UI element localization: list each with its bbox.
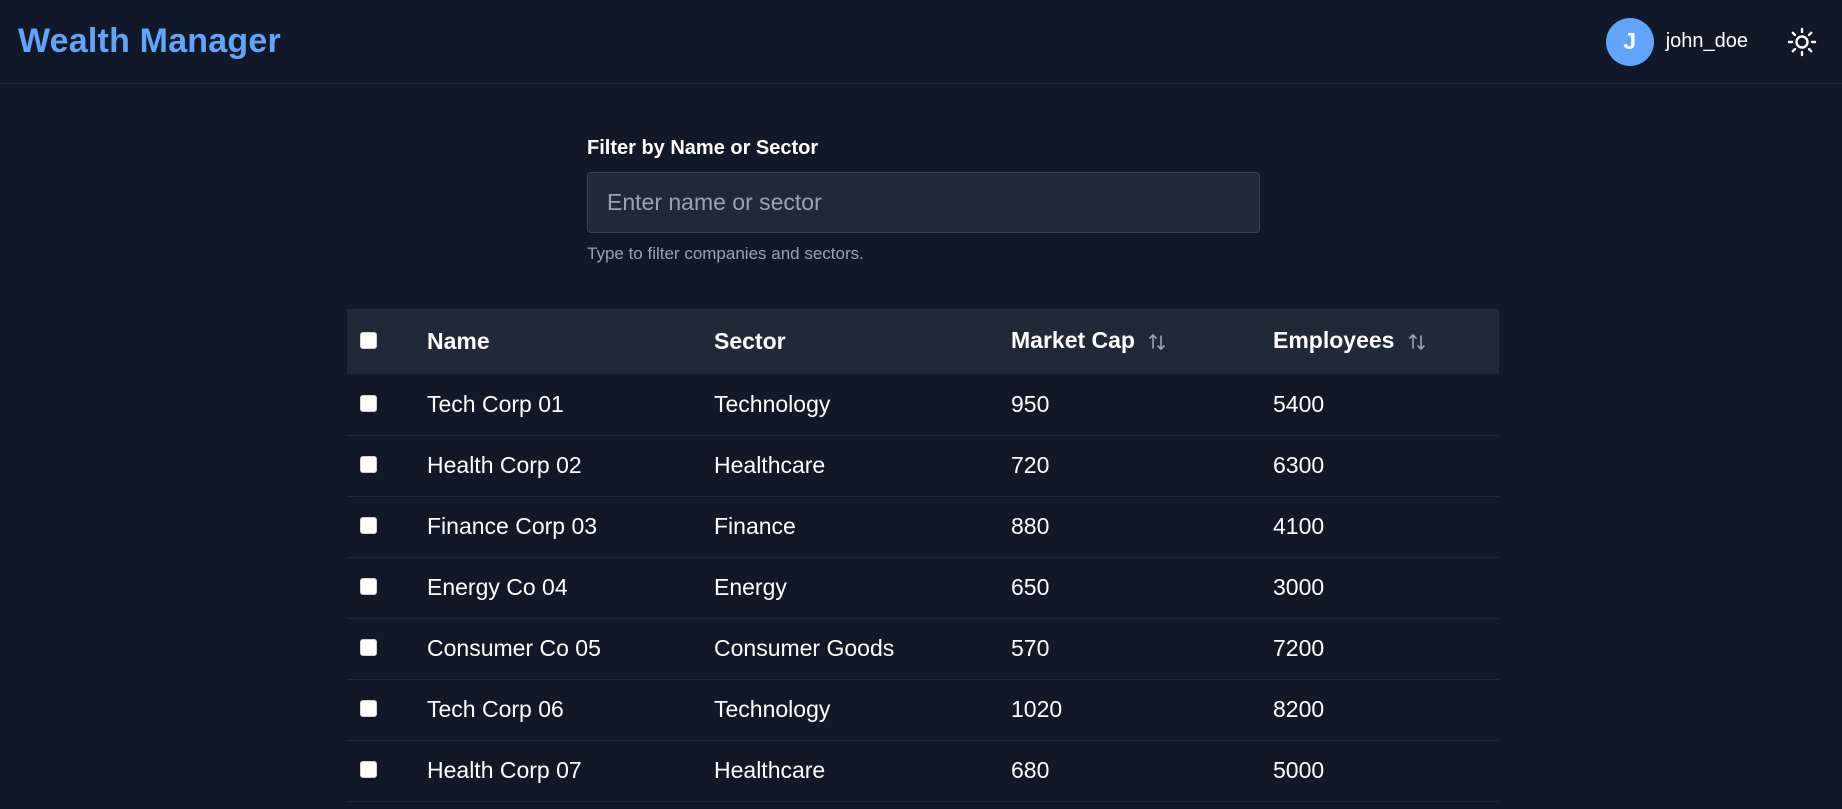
row-select-cell	[347, 557, 427, 618]
cell-name: Health Corp 02	[427, 452, 582, 478]
row-checkbox[interactable]	[360, 700, 377, 718]
cell-sector: Healthcare	[714, 757, 826, 783]
companies-table: Name Sector Market Cap Employees Tech Co…	[347, 309, 1499, 802]
cell-sector: Finance	[714, 513, 796, 539]
row-checkbox[interactable]	[360, 639, 377, 657]
cell-market-cap: 950	[1011, 390, 1050, 417]
row-select-cell	[347, 374, 427, 435]
row-select-cell	[347, 496, 427, 557]
column-header-sector: Sector	[714, 309, 1011, 374]
cell-market-cap: 720	[1011, 452, 1050, 478]
cell-sector: Consumer Goods	[714, 635, 895, 661]
cell-employees: 8200	[1273, 696, 1325, 722]
cell-name: Health Corp 07	[427, 757, 582, 783]
app-header: Wealth Manager J john_doe	[0, 0, 1842, 84]
filter-input[interactable]	[587, 172, 1260, 233]
column-header-label[interactable]: Market Cap	[1011, 327, 1135, 353]
table-body: Tech Corp 01 Technology 950 5400 Health …	[347, 374, 1499, 801]
user-area: J john_doe	[1605, 17, 1824, 66]
row-checkbox[interactable]	[360, 456, 377, 474]
cell-name: Tech Corp 06	[427, 696, 564, 722]
column-header-label: Sector	[714, 328, 786, 354]
companies-table-container: Name Sector Market Cap Employees Tech Co…	[347, 309, 1499, 802]
row-checkbox[interactable]	[360, 578, 377, 596]
cell-market-cap: 570	[1011, 635, 1050, 661]
table-row[interactable]: Energy Co 04 Energy 650 3000	[347, 557, 1499, 618]
cell-market-cap: 880	[1011, 513, 1050, 539]
cell-name: Energy Co 04	[427, 574, 568, 600]
sun-icon	[1787, 27, 1817, 56]
table-row[interactable]: Consumer Co 05 Consumer Goods 570 7200	[347, 618, 1499, 679]
sort-icon[interactable]	[1407, 331, 1427, 358]
filter-section: Filter by Name or Sector Type to filter …	[587, 137, 1260, 264]
cell-sector: Technology	[714, 390, 831, 417]
row-checkbox[interactable]	[360, 395, 377, 413]
filter-label: Filter by Name or Sector	[587, 137, 819, 159]
cell-employees: 5400	[1273, 390, 1325, 417]
cell-sector: Healthcare	[714, 452, 826, 478]
cell-market-cap: 680	[1011, 757, 1050, 783]
column-header-employees[interactable]: Employees	[1273, 309, 1499, 374]
table-row[interactable]: Tech Corp 01 Technology 950 5400	[347, 374, 1499, 435]
table-row[interactable]: Tech Corp 06 Technology 1020 8200	[347, 679, 1499, 740]
cell-employees: 5000	[1273, 757, 1325, 783]
cell-employees: 6300	[1273, 452, 1325, 478]
filter-help-text: Type to filter companies and sectors.	[587, 244, 864, 263]
table-row[interactable]: Finance Corp 03 Finance 880 4100	[347, 496, 1499, 557]
column-header-label: Name	[427, 328, 490, 354]
sort-icon[interactable]	[1147, 331, 1167, 358]
column-header-market-cap[interactable]: Market Cap	[1011, 309, 1273, 374]
avatar[interactable]: J	[1605, 17, 1654, 66]
cell-name: Finance Corp 03	[427, 513, 598, 539]
column-header-name: Name	[427, 309, 714, 374]
app-title: Wealth Manager	[18, 22, 281, 60]
table-row[interactable]: Health Corp 02 Healthcare 720 6300	[347, 435, 1499, 496]
select-all-checkbox[interactable]	[360, 332, 377, 350]
table-header-row: Name Sector Market Cap Employees	[347, 309, 1499, 374]
cell-employees: 4100	[1273, 513, 1325, 539]
cell-sector: Technology	[714, 696, 831, 722]
row-checkbox[interactable]	[360, 517, 377, 535]
cell-employees: 3000	[1273, 574, 1325, 600]
row-select-cell	[347, 679, 427, 740]
row-select-cell	[347, 740, 427, 801]
select-all-cell	[347, 309, 427, 374]
cell-employees: 7200	[1273, 635, 1325, 661]
row-checkbox[interactable]	[360, 761, 377, 779]
cell-sector: Energy	[714, 574, 787, 600]
table-row[interactable]: Health Corp 07 Healthcare 680 5000	[347, 740, 1499, 801]
row-select-cell	[347, 435, 427, 496]
cell-market-cap: 1020	[1011, 696, 1063, 722]
row-select-cell	[347, 618, 427, 679]
username[interactable]: john_doe	[1666, 30, 1748, 53]
cell-name: Consumer Co 05	[427, 635, 601, 661]
column-header-label[interactable]: Employees	[1273, 327, 1394, 353]
cell-name: Tech Corp 01	[427, 390, 564, 417]
cell-market-cap: 650	[1011, 574, 1050, 600]
table-header: Name Sector Market Cap Employees	[347, 309, 1499, 374]
theme-toggle-button[interactable]	[1782, 22, 1822, 62]
